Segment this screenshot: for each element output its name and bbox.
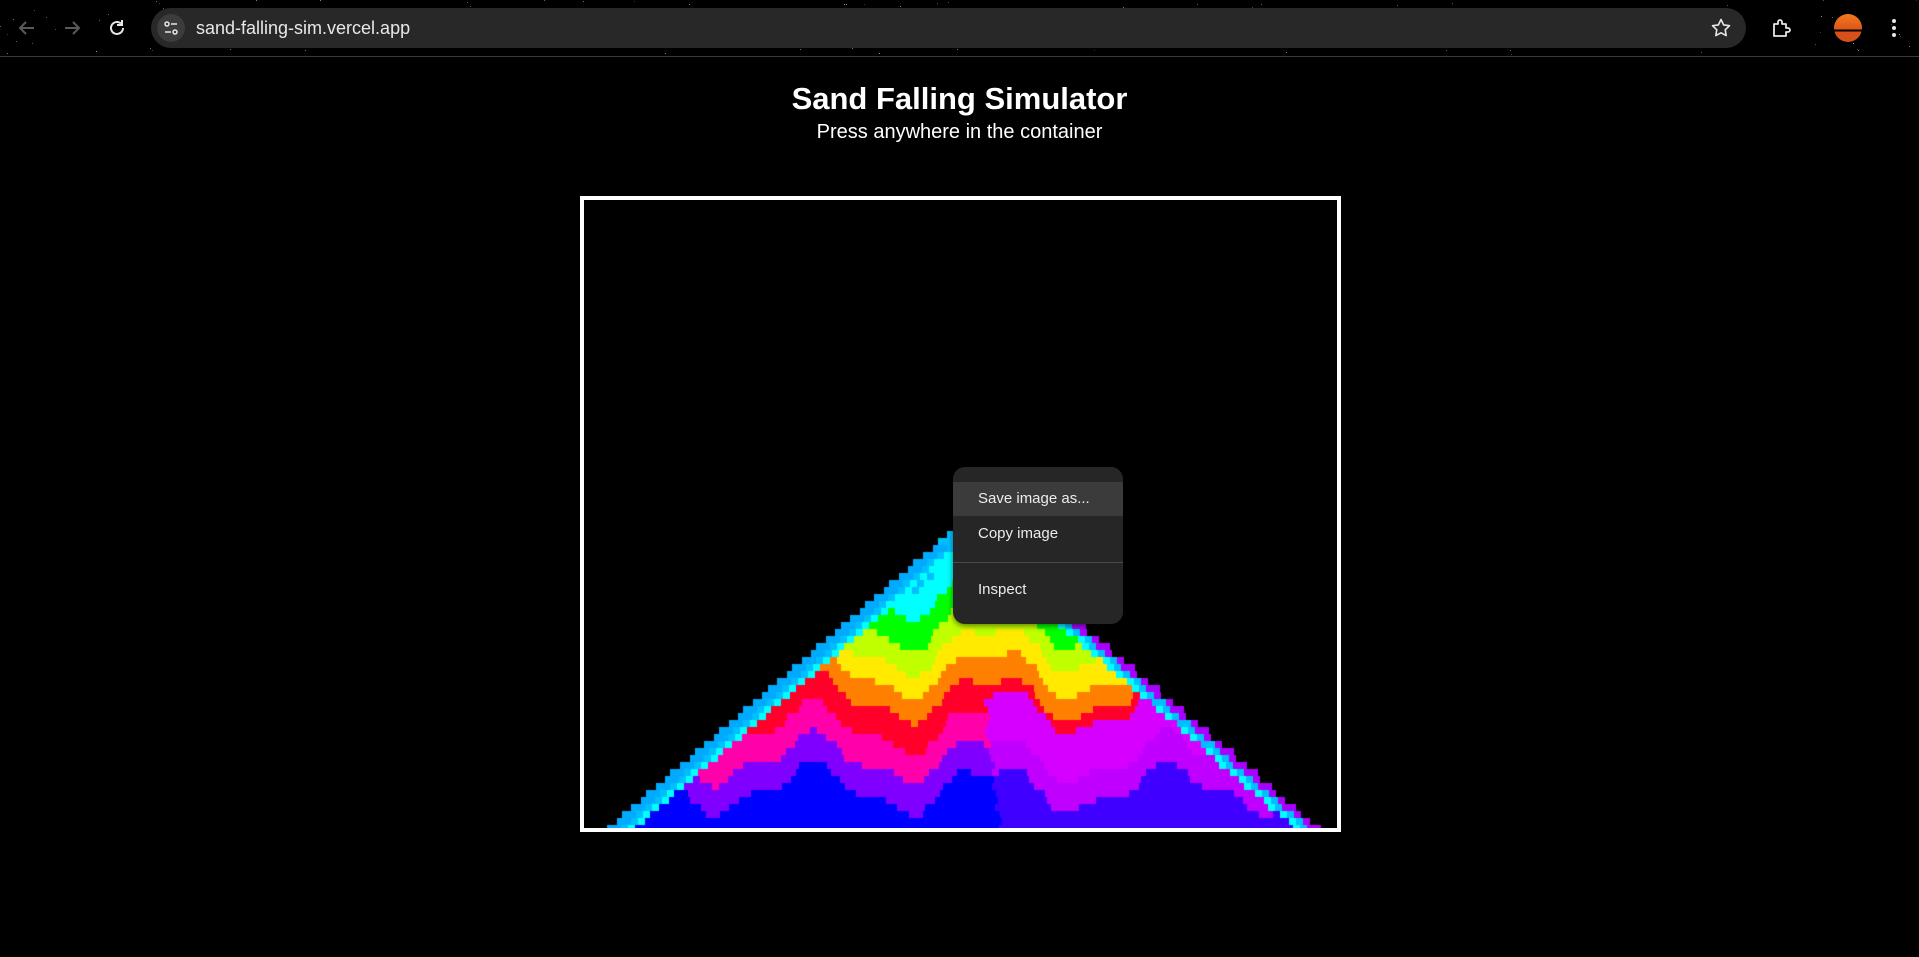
reload-icon [110,20,124,35]
extensions-button[interactable] [1766,12,1798,44]
tune-icon [164,21,178,35]
context-menu-item-inspect[interactable]: Inspect [953,573,1123,607]
browser-toolbar: sand-falling-sim.vercel.app [0,0,1919,57]
site-info-button[interactable] [157,14,185,42]
page-subtitle: Press anywhere in the container [816,121,1103,143]
context-menu: Save image as... Copy image Inspect [953,467,1123,624]
browser-menu-button[interactable] [1878,12,1910,44]
context-menu-item-copy-image[interactable]: Copy image [953,517,1123,551]
url-text[interactable]: sand-falling-sim.vercel.app [196,18,410,39]
context-menu-item-save-image[interactable]: Save image as... [953,482,1123,516]
star-icon [1711,18,1731,37]
avatar[interactable] [1834,14,1862,42]
kebab-menu-icon [1892,19,1896,37]
puzzle-icon [1773,19,1791,37]
page-title: Sand Falling Simulator [791,81,1128,116]
address-bar[interactable]: sand-falling-sim.vercel.app [151,8,1746,48]
bookmark-button[interactable] [1710,17,1732,39]
reload-button[interactable] [101,12,133,44]
back-button[interactable] [11,12,43,44]
arrow-right-icon [65,21,81,35]
arrow-left-icon [18,21,34,35]
context-menu-divider [953,562,1123,563]
forward-button[interactable] [56,12,88,44]
